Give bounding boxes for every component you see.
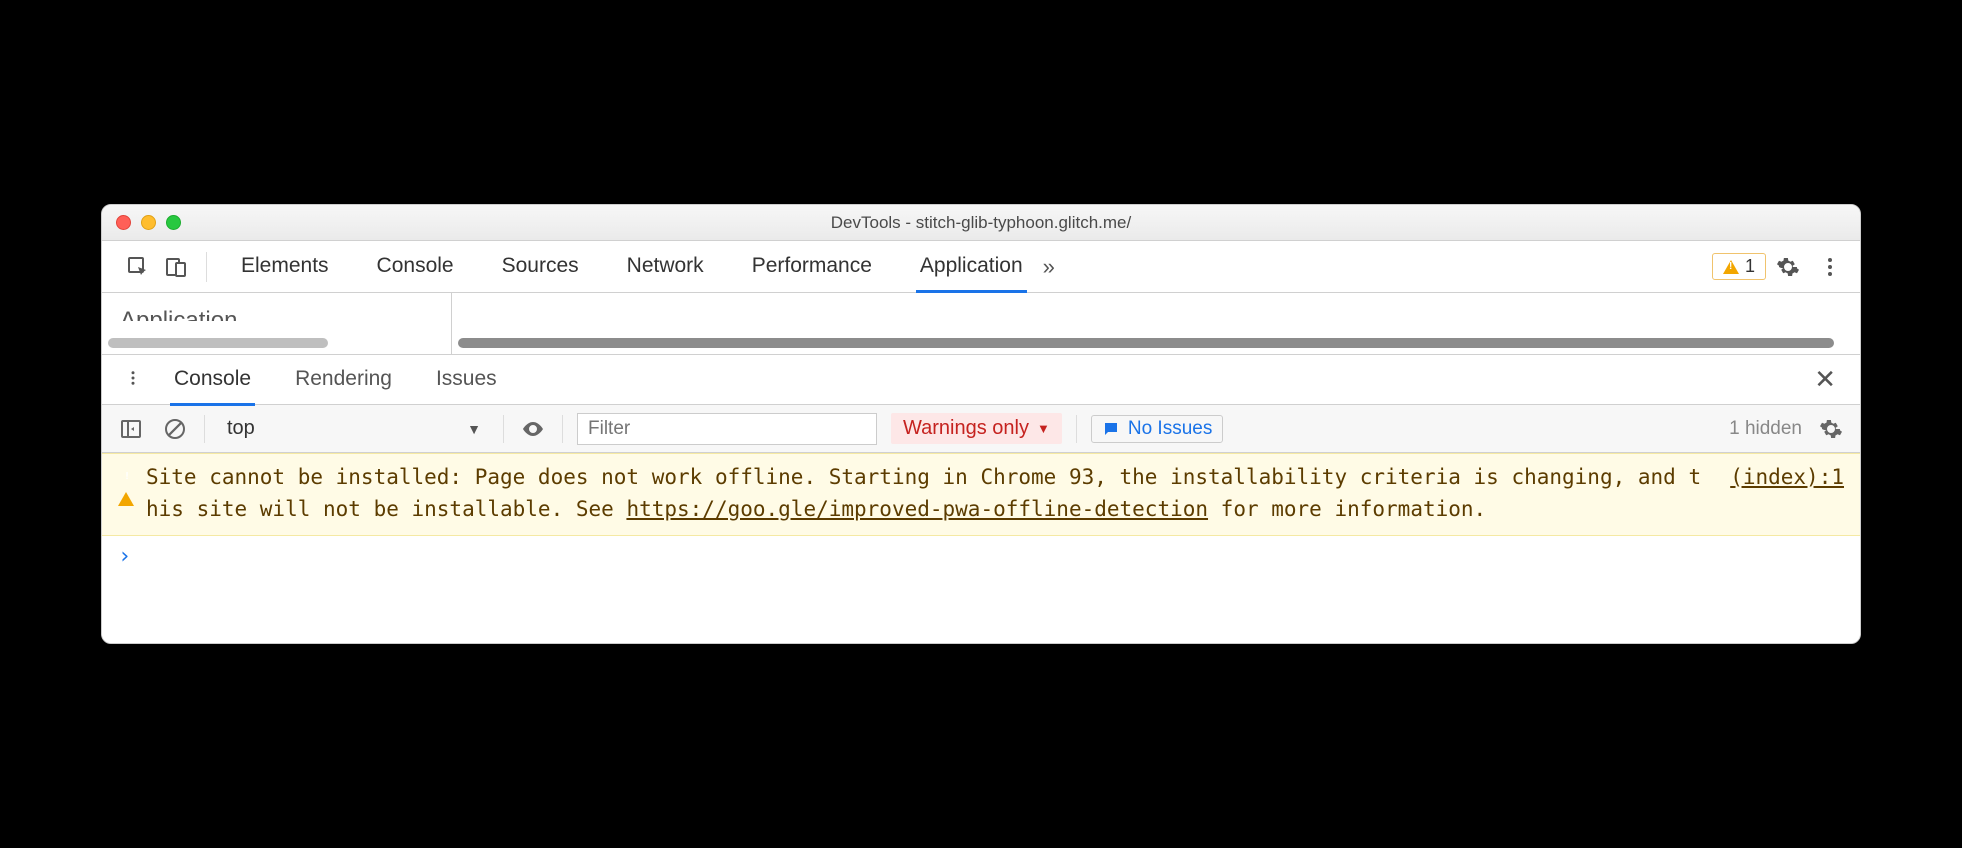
more-tabs-button[interactable]: » <box>1029 254 1069 280</box>
content-scrollbar[interactable] <box>458 338 1834 348</box>
tab-elements[interactable]: Elements <box>237 242 333 291</box>
console-settings-icon[interactable] <box>1816 414 1846 444</box>
tab-network[interactable]: Network <box>623 242 708 291</box>
warning-icon <box>118 462 146 525</box>
drawer-toolbar: Console Rendering Issues ✕ <box>102 355 1860 405</box>
close-drawer-button[interactable]: ✕ <box>1802 364 1848 395</box>
sidebar-heading-application: Application <box>120 307 237 335</box>
inspect-element-icon[interactable] <box>120 249 156 285</box>
more-options-button[interactable] <box>1810 247 1850 287</box>
warning-link[interactable]: https://goo.gle/improved-pwa-offline-det… <box>626 497 1208 521</box>
drawer-more-button[interactable] <box>114 367 152 393</box>
toolbar-separator <box>1076 415 1077 443</box>
settings-button[interactable] <box>1768 247 1808 287</box>
devtools-window: DevTools - stitch-glib-typhoon.glitch.me… <box>101 204 1861 644</box>
device-toolbar-icon[interactable] <box>158 249 194 285</box>
tab-application[interactable]: Application <box>916 242 1027 293</box>
minimize-window-button[interactable] <box>141 215 156 230</box>
log-level-label: Warnings only <box>903 417 1029 440</box>
application-panel: Application <box>102 293 1860 355</box>
toolbar-divider <box>206 252 207 282</box>
message-icon <box>1102 420 1120 438</box>
message-source: (index):1 <box>1730 462 1844 525</box>
console-filter-input[interactable] <box>577 413 877 445</box>
main-tabs: Elements Console Sources Network Perform… <box>237 242 1027 291</box>
issues-button[interactable]: No Issues <box>1091 415 1223 443</box>
context-label: top <box>227 417 255 440</box>
warning-icon <box>1723 260 1739 274</box>
tab-console[interactable]: Console <box>373 242 458 291</box>
toolbar-separator <box>204 415 205 443</box>
prompt-caret-icon: › <box>118 544 131 569</box>
titlebar: DevTools - stitch-glib-typhoon.glitch.me… <box>102 205 1860 241</box>
log-level-select[interactable]: Warnings only ▼ <box>891 413 1062 444</box>
window-controls <box>102 215 181 230</box>
console-warning-message[interactable]: Site cannot be installed: Page does not … <box>102 453 1860 536</box>
tab-performance[interactable]: Performance <box>748 242 876 291</box>
warning-text: Site cannot be installed: Page does not … <box>146 462 1710 525</box>
application-sidebar[interactable]: Application <box>102 293 452 354</box>
console-prompt[interactable]: › <box>102 536 1860 577</box>
caret-down-icon: ▼ <box>1037 421 1050 436</box>
issues-count-text: 1 <box>1745 256 1755 277</box>
toolbar-separator <box>503 415 504 443</box>
window-title: DevTools - stitch-glib-typhoon.glitch.me… <box>102 213 1860 233</box>
warning-text-post: for more information. <box>1208 497 1486 521</box>
drawer-tab-console[interactable]: Console <box>170 355 255 406</box>
toolbar-separator <box>562 415 563 443</box>
drawer-tab-issues[interactable]: Issues <box>432 355 501 404</box>
maximize-window-button[interactable] <box>166 215 181 230</box>
tab-sources[interactable]: Sources <box>498 242 583 291</box>
source-link[interactable]: (index):1 <box>1730 465 1844 489</box>
drawer-tabs: Console Rendering Issues <box>170 355 501 404</box>
close-window-button[interactable] <box>116 215 131 230</box>
console-toolbar: top ▼ Warnings only ▼ No Issues 1 hidden <box>102 405 1860 453</box>
main-toolbar: Elements Console Sources Network Perform… <box>102 241 1860 293</box>
issues-counter[interactable]: 1 <box>1712 253 1766 280</box>
clear-console-icon[interactable] <box>160 414 190 444</box>
live-expression-icon[interactable] <box>518 414 548 444</box>
drawer-tab-rendering[interactable]: Rendering <box>291 355 396 404</box>
sidebar-scrollbar[interactable] <box>108 338 328 348</box>
application-content <box>452 293 1860 354</box>
hidden-messages-count[interactable]: 1 hidden <box>1729 418 1802 440</box>
execution-context-select[interactable]: top ▼ <box>219 417 489 440</box>
issues-button-label: No Issues <box>1128 418 1212 440</box>
console-sidebar-toggle-icon[interactable] <box>116 414 146 444</box>
caret-down-icon: ▼ <box>467 421 481 437</box>
console-output: Site cannot be installed: Page does not … <box>102 453 1860 643</box>
